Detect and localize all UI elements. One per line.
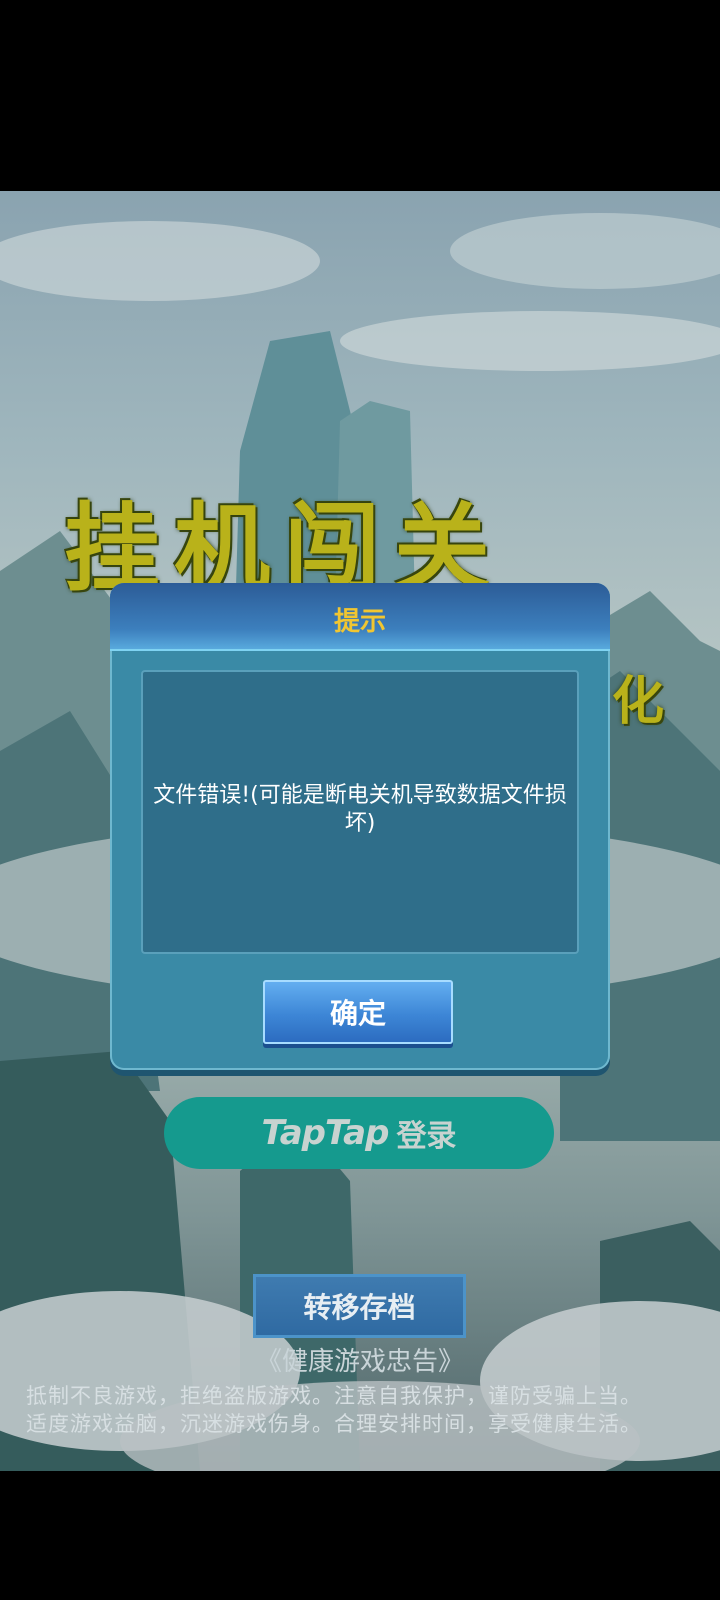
taptap-logo: TapTap	[261, 1113, 390, 1153]
transfer-save-label: 转移存档	[303, 1291, 416, 1324]
login-label: 登录	[396, 1119, 457, 1154]
dialog-header: 提示	[110, 583, 610, 651]
confirm-button[interactable]: 确定	[263, 980, 453, 1044]
dialog-message: 文件错误!(可能是断电关机导致数据文件损坏)	[153, 783, 567, 836]
game-title-suffix: 化	[612, 671, 665, 732]
confirm-label: 确定	[329, 997, 386, 1030]
health-notice-title: 《健康游戏忠告》	[255, 1347, 464, 1377]
taptap-login-button[interactable]: TapTap 登录	[164, 1097, 554, 1169]
dialog-title: 提示	[333, 607, 386, 637]
transfer-save-button[interactable]: 转移存档	[253, 1274, 466, 1338]
game-screen: 挂机闯关 化 TapTap 登录 转移存档 《健康游戏忠告》 抵制不良游戏，拒绝…	[0, 191, 720, 1471]
error-dialog: 提示 文件错误!(可能是断电关机导致数据文件损坏) 确定	[110, 583, 610, 1070]
health-notice-line2: 适度游戏益脑，沉迷游戏伤身。合理安排时间，享受健康生活。	[26, 1412, 642, 1436]
health-notice-line1: 抵制不良游戏，拒绝盗版游戏。注意自我保护，谨防受骗上当。	[26, 1384, 642, 1408]
dialog-body: 文件错误!(可能是断电关机导致数据文件损坏)	[141, 670, 579, 954]
